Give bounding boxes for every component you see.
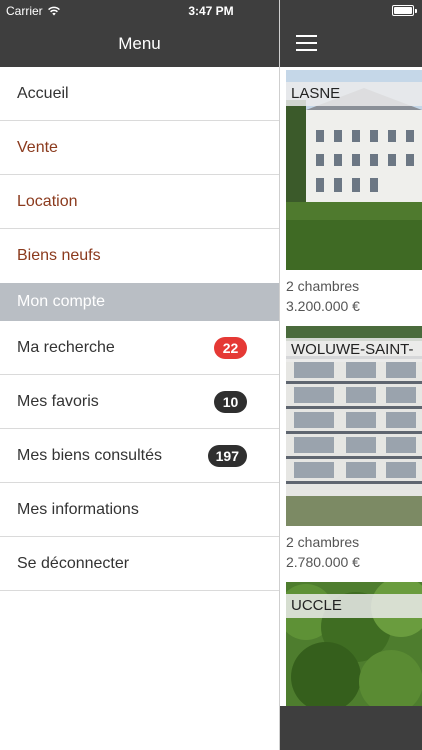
menu-item-ma-recherche[interactable]: Ma recherche 22 [0, 321, 279, 375]
listing-photo: LASNE [286, 70, 422, 270]
menu-item-location[interactable]: Location [0, 175, 279, 229]
menu-item-label: Location [17, 192, 78, 210]
menu-item-label: Se déconnecter [17, 554, 130, 572]
count-badge: 197 [207, 444, 247, 467]
listing-card[interactable]: LASNE 2 chambres 3.200.000 € [286, 70, 422, 314]
menu-item-label: Mes biens consultés [17, 446, 162, 464]
menu-item-label: Biens neufs [17, 247, 101, 264]
listing-price: 2.780.000 € [286, 554, 360, 570]
hamburger-menu-icon[interactable] [296, 35, 317, 51]
listing-city: WOLUWE-SAINT- [286, 338, 422, 362]
menu-item-se-deconnecter[interactable]: Se déconnecter [0, 537, 279, 591]
menu-item-mes-informations[interactable]: Mes informations [0, 483, 279, 537]
listing-card[interactable]: WOLUWE-SAINT- 2 chambres 2.780.000 € [286, 326, 422, 570]
battery-icon [392, 5, 417, 16]
listing-photo: UCCLE [286, 582, 422, 706]
status-bar: Carrier 3:47 PM [0, 0, 422, 22]
listing-city: UCCLE [286, 594, 422, 618]
menu-item-accueil[interactable]: Accueil [0, 67, 279, 121]
menu-item-biens-neufs[interactable]: Biens neufs [0, 229, 279, 283]
menu-title: Menu [118, 34, 161, 53]
menu-item-label: Vente [17, 138, 58, 156]
menu-item-label: Accueil [17, 84, 69, 102]
menu-item-label: Mes favoris [17, 392, 99, 410]
listing-rooms: 2 chambres [286, 534, 360, 550]
listing-photo: WOLUWE-SAINT- [286, 326, 422, 526]
listing-price: 3.200.000 € [286, 298, 360, 314]
listing-card[interactable]: UCCLE [286, 582, 422, 706]
menu-item-label: Ma recherche [17, 338, 115, 356]
count-badge: 22 [214, 336, 247, 359]
listing-city: LASNE [286, 82, 422, 106]
listings-panel: LASNE 2 chambres 3.200.000 € WOLUWE-SAIN… [280, 0, 422, 750]
menu-item-vente[interactable]: Vente [0, 121, 279, 175]
menu-item-mes-favoris[interactable]: Mes favoris 10 [0, 375, 279, 429]
bottom-toolbar [280, 706, 422, 750]
side-menu: Menu Accueil Vente Location Biens neufs … [0, 0, 280, 750]
menu-item-label: Mes informations [17, 500, 139, 518]
count-badge: 10 [214, 390, 247, 413]
listing-rooms: 2 chambres [286, 278, 360, 294]
clock: 3:47 PM [188, 4, 234, 18]
menu-item-mes-biens-consultes[interactable]: Mes biens consultés 197 [0, 429, 279, 483]
section-header-mon-compte: Mon compte [0, 283, 279, 321]
